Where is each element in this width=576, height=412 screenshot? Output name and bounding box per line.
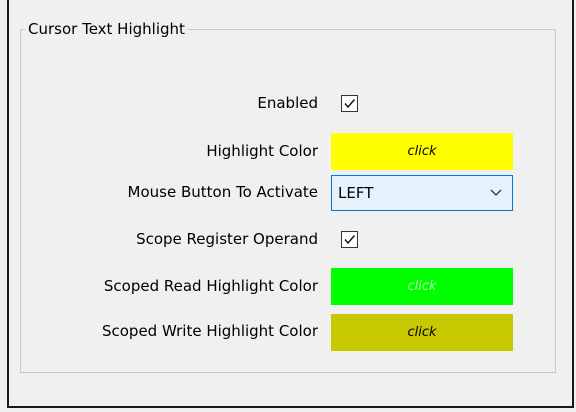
highlight-color-label: Highlight Color [206,142,318,160]
highlight-color-button[interactable]: click [331,133,513,170]
enabled-checkbox[interactable] [341,95,358,112]
enabled-label: Enabled [257,94,318,112]
check-icon [344,99,356,109]
scoped-write-color-button[interactable]: click [331,314,513,351]
mouse-button-value: LEFT [338,184,374,202]
group-title: Cursor Text Highlight [25,20,188,38]
scoped-write-color-label: Scoped Write Highlight Color [101,322,318,340]
scope-register-operand-label: Scope Register Operand [136,230,318,248]
mouse-button-label: Mouse Button To Activate [127,183,318,201]
scoped-read-color-button[interactable]: click [331,268,513,305]
chevron-down-icon [490,189,502,196]
check-icon [344,235,356,245]
mouse-button-select[interactable]: LEFT [331,175,513,211]
scope-register-operand-checkbox[interactable] [341,231,358,248]
scoped-read-color-label: Scoped Read Highlight Color [103,277,318,295]
